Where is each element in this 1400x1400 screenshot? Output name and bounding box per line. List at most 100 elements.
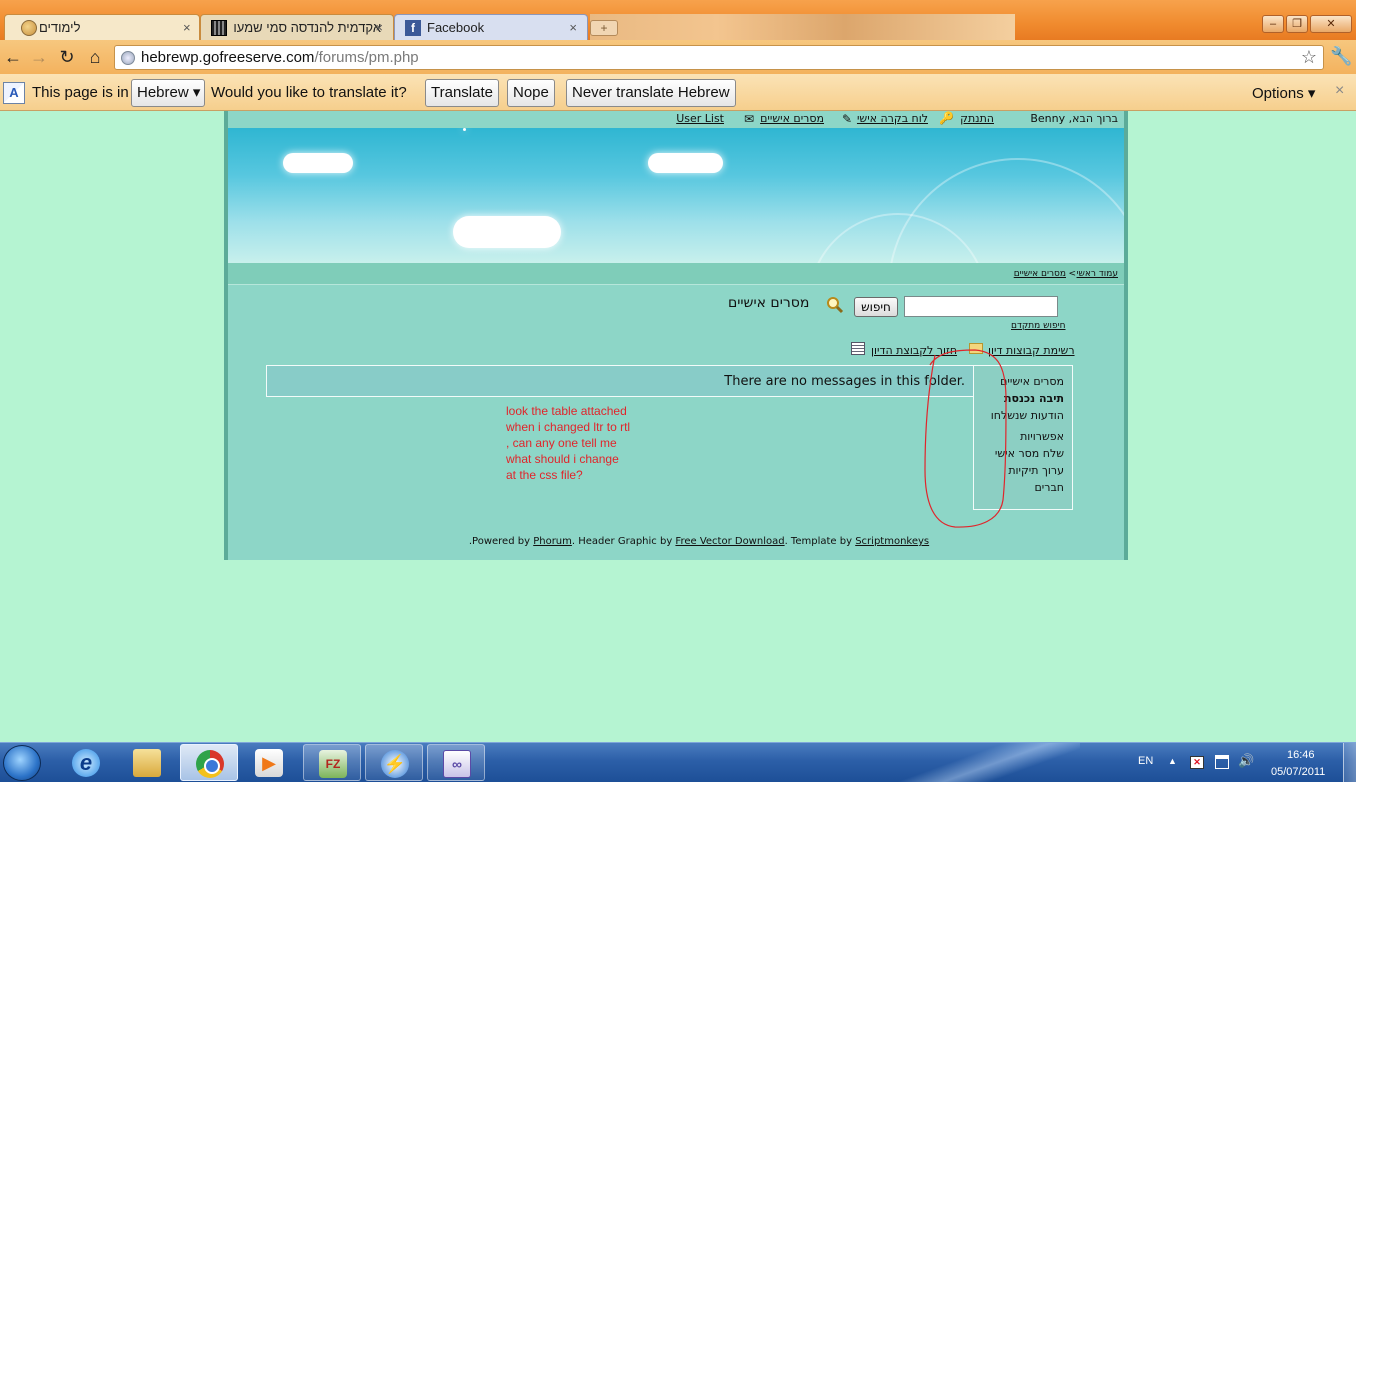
translate-icon: A xyxy=(3,82,25,104)
action-center-flag-icon[interactable]: ✕ xyxy=(1190,756,1204,769)
never-translate-button[interactable]: Never translate Hebrew xyxy=(566,79,736,107)
forward-button[interactable]: → xyxy=(28,46,50,68)
maximize-button[interactable]: ❐ xyxy=(1286,15,1308,33)
globe-icon xyxy=(21,20,37,36)
clock-time[interactable]: 16:46 xyxy=(1287,749,1315,761)
breadcrumb-home-link[interactable]: עמוד ראשי xyxy=(1077,269,1118,279)
breadcrumb-current-link[interactable]: מסרים אישיים xyxy=(1014,269,1066,279)
lightning-icon: ⚡ xyxy=(381,750,409,778)
taskbar-visual-studio[interactable]: ∞ xyxy=(427,744,485,781)
internet-explorer-icon: e xyxy=(72,749,100,777)
close-infobar-icon[interactable]: × xyxy=(1335,82,1344,100)
control-panel-link[interactable]: לוח בקרה אישי xyxy=(857,112,928,125)
theme-decoration xyxy=(590,14,1015,40)
new-tab-button[interactable]: + xyxy=(590,20,618,36)
magnifier-icon xyxy=(827,297,844,314)
home-button[interactable]: ⌂ xyxy=(84,46,106,68)
taskbar-media-player[interactable]: ▶ xyxy=(240,744,298,781)
language-indicator[interactable]: EN xyxy=(1138,755,1153,767)
tab-facebook[interactable]: f Facebook × xyxy=(394,14,588,40)
language-select[interactable]: Hebrew ▾ xyxy=(131,79,205,107)
list-icon xyxy=(851,342,865,355)
translate-prefix: This page is in xyxy=(32,84,129,101)
translate-button[interactable]: Translate xyxy=(425,79,499,107)
tab-close-icon[interactable]: × xyxy=(375,20,383,35)
footer: .Powered by Phorum. Header Graphic by Fr… xyxy=(228,536,1124,547)
start-button[interactable] xyxy=(3,745,41,781)
back-button[interactable]: ← xyxy=(2,46,24,68)
film-icon xyxy=(211,19,227,36)
back-to-forum-link[interactable]: חזור לקבוצת הדיון xyxy=(871,344,957,357)
footer-template: . Template by xyxy=(784,536,853,547)
page-info-icon[interactable] xyxy=(121,50,135,65)
menu-item-buddies[interactable]: חברים xyxy=(1034,481,1064,494)
forum-list-link[interactable]: רשימת קבוצות דיון xyxy=(988,344,1075,357)
address-bar[interactable]: hebrewp.gofreeserve.com/forums/pm.php ☆ xyxy=(114,45,1324,70)
forum-page: ברוך הבא, Benny התנתק 🔑 לוח בקרה אישי ✎ … xyxy=(224,111,1128,560)
wrench-menu-icon[interactable]: 🔧 xyxy=(1330,46,1352,67)
envelope-icon: ✉ xyxy=(743,112,754,126)
messages-table: There are no messages in this folder. xyxy=(266,365,974,397)
tab-close-icon[interactable]: × xyxy=(569,20,577,35)
menu-item-options[interactable]: אפשרויות xyxy=(1020,430,1064,443)
search-button[interactable]: חיפוש xyxy=(854,297,898,317)
nope-button[interactable]: Nope xyxy=(507,79,555,107)
taskbar-chrome[interactable] xyxy=(180,744,238,781)
empty-folder-message: There are no messages in this folder. xyxy=(724,374,965,389)
browser-toolbar: ← → ↻ ⌂ hebrewp.gofreeserve.com/forums/p… xyxy=(0,40,1356,74)
welcome-text: ברוך הבא, Benny xyxy=(1030,112,1118,125)
footer-powered: Powered by xyxy=(472,536,531,547)
url-path: /forums/pm.php xyxy=(314,49,419,66)
bookmark-star-icon[interactable]: ☆ xyxy=(1301,47,1317,68)
page-title: מסרים אישיים xyxy=(728,295,810,311)
tab-limudim[interactable]: × לימודים xyxy=(4,14,200,40)
menu-item-sent[interactable]: הודעות שנשלחו xyxy=(991,409,1064,422)
taskbar-ftp-client[interactable]: FZ xyxy=(303,744,361,781)
breadcrumb-separator: > xyxy=(1068,269,1076,279)
volume-icon[interactable]: 🔊 xyxy=(1238,753,1254,769)
close-window-button[interactable]: ✕ xyxy=(1310,15,1352,33)
scriptmonkeys-link[interactable]: Scriptmonkeys xyxy=(855,536,929,547)
taskbar-file-explorer[interactable] xyxy=(118,744,176,781)
menu-heading: מסרים אישיים xyxy=(1000,375,1064,388)
user-bar: ברוך הבא, Benny התנתק 🔑 לוח בקרה אישי ✎ … xyxy=(228,111,1124,128)
taskbar-internet-explorer[interactable]: e xyxy=(57,744,115,781)
user-list-link[interactable]: User List xyxy=(676,112,724,125)
windows-taskbar: e ▶ FZ ⚡ ∞ EN ▲ ✕ 🔊 16:46 05/07/2011 xyxy=(0,742,1356,782)
translate-question: Would you like to translate it? xyxy=(211,84,407,101)
private-messages-link[interactable]: מסרים אישיים xyxy=(760,112,824,125)
options-menu[interactable]: Options ▾ xyxy=(1252,84,1315,102)
minimize-button[interactable]: – xyxy=(1262,15,1284,33)
tab-title: אקדמית להנדסה סמי שמעון xyxy=(233,20,381,35)
network-icon[interactable] xyxy=(1215,755,1229,769)
menu-item-send-pm[interactable]: שלח מסר אישי xyxy=(995,447,1064,460)
ftp-icon: FZ xyxy=(319,750,347,778)
breadcrumb: עמוד ראשי > מסרים אישיים xyxy=(228,263,1124,285)
tab-close-icon[interactable]: × xyxy=(183,20,191,35)
tab-academic-college[interactable]: אקדמית להנדסה סמי שמעון × xyxy=(200,14,394,40)
menu-item-inbox[interactable]: תיבה נכנסת xyxy=(1004,392,1064,405)
browser-tab-strip: × לימודים אקדמית להנדסה סמי שמעון × f Fa… xyxy=(0,0,1356,40)
key-icon: 🔑 xyxy=(939,111,954,125)
folder-icon xyxy=(133,749,161,777)
taskbar-flash-app[interactable]: ⚡ xyxy=(365,744,423,781)
url-host: hebrewp.gofreeserve.com xyxy=(141,49,315,66)
folder-icon xyxy=(969,343,983,354)
menu-item-edit-folders[interactable]: ערוך תיקיות xyxy=(1008,464,1064,477)
clock-date[interactable]: 05/07/2011 xyxy=(1271,766,1325,778)
header-banner-image xyxy=(228,128,1124,263)
phorum-link[interactable]: Phorum xyxy=(533,536,572,547)
footer-header-graphic: . Header Graphic by xyxy=(571,536,673,547)
translate-infobar: A This page is in Hebrew ▾ Would you lik… xyxy=(0,74,1356,111)
search-input[interactable] xyxy=(904,296,1058,317)
tab-title: Facebook xyxy=(427,20,485,35)
annotation-note: look the table attached when i changed l… xyxy=(506,404,631,482)
visual-studio-icon: ∞ xyxy=(443,750,471,778)
advanced-search-link[interactable]: חיפוש מתקדם xyxy=(1011,321,1066,331)
reload-button[interactable]: ↻ xyxy=(56,46,78,68)
desktop-screen: × לימודים אקדמית להנדסה סמי שמעון × f Fa… xyxy=(0,0,1356,782)
free-vector-link[interactable]: Free Vector Download xyxy=(675,536,784,547)
logout-link[interactable]: התנתק xyxy=(960,112,994,125)
show-desktop-button[interactable] xyxy=(1343,743,1356,782)
show-hidden-icons-icon[interactable]: ▲ xyxy=(1168,756,1177,766)
